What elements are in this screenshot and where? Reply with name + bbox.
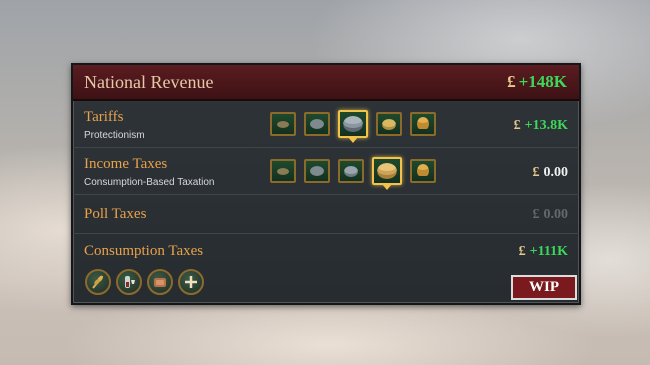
tariff-level-1-button[interactable]: [270, 112, 296, 136]
total-revenue: £ +148K: [507, 72, 567, 91]
tariffs-row: Tariffs Protectionism £ +13.8K: [73, 101, 579, 148]
wine-icon[interactable]: [116, 269, 142, 295]
panel-header: National Revenue £ +148K: [73, 65, 579, 101]
add-icon[interactable]: [178, 269, 204, 295]
consumption-taxes-title: Consumption Taxes: [84, 243, 204, 259]
tariff-level-2-button[interactable]: [304, 112, 330, 136]
tariff-level-3-button[interactable]: [338, 110, 368, 143]
income-tax-level-4-button[interactable]: [372, 157, 402, 190]
poll-taxes-row: Poll Taxes £0.00: [73, 195, 579, 234]
meat-icon[interactable]: [147, 269, 173, 295]
wheat-icon[interactable]: [85, 269, 111, 295]
income-taxes-row: Income Taxes Consumption-Based Taxation …: [73, 148, 579, 195]
tariff-level-5-button[interactable]: [410, 112, 436, 136]
tariff-level-selector: [270, 110, 436, 143]
tariffs-title: Tariffs: [84, 109, 124, 125]
poll-taxes-value: £0.00: [532, 207, 569, 222]
income-tax-level-selector: [270, 157, 436, 190]
consumption-taxes-value: £ +111K: [518, 244, 568, 259]
income-taxes-policy[interactable]: Consumption-Based Taxation: [84, 177, 214, 188]
income-tax-level-1-button[interactable]: [270, 159, 296, 183]
income-taxes-value: £0.00: [532, 165, 569, 180]
tariffs-value: £ +13.8K: [513, 118, 568, 133]
tariffs-policy[interactable]: Protectionism: [84, 130, 145, 141]
panel-title: National Revenue: [84, 72, 214, 92]
tariff-level-4-button[interactable]: [376, 112, 402, 136]
income-tax-level-5-button[interactable]: [410, 159, 436, 183]
national-revenue-panel: National Revenue £ +148K Tariffs Protecti…: [71, 63, 581, 305]
wip-badge: WIP: [511, 275, 577, 300]
consumption-goods-bar: [85, 269, 204, 295]
income-tax-level-3-button[interactable]: [338, 159, 364, 183]
income-tax-level-2-button[interactable]: [304, 159, 330, 183]
income-taxes-title: Income Taxes: [84, 156, 168, 172]
poll-taxes-title: Poll Taxes: [84, 206, 147, 222]
consumption-taxes-row: Consumption Taxes £ +111K: [73, 234, 579, 268]
